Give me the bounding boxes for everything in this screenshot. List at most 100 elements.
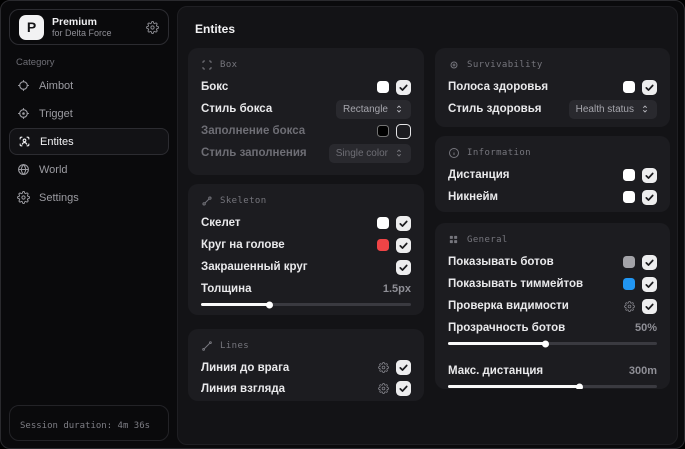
unfold-icon [394,104,404,114]
setting-label: Стиль здоровья [448,103,542,115]
setting-label: Заполнение бокса [201,125,306,137]
setting-row-head-circle: Круг на голове [201,234,411,256]
setting-label: Показывать ботов [448,256,554,268]
color-swatch[interactable] [377,125,389,137]
session-duration-card: Session duration: 4m 36s [9,405,169,441]
setting-label: Круг на голове [201,239,285,251]
slider-fill[interactable] [448,342,547,345]
checkbox-checked[interactable] [642,79,657,95]
page-title: Entites [195,22,236,36]
checkbox-checked[interactable] [396,360,411,375]
card-header-label: General [467,234,508,245]
setting-row-filled-circle: Закрашенный круг [201,256,411,278]
setting-row-view-line: Линия взгляда [201,378,411,399]
color-swatch[interactable] [623,81,635,93]
unfold-icon [640,104,650,114]
checkbox-checked[interactable] [396,237,411,253]
slider-value: 300m [628,365,657,377]
setting-label: Дистанция [448,169,510,181]
brand-card: P Premium for Delta Force [9,9,169,45]
slider-fill[interactable] [448,385,580,388]
sidebar-item-aimbot[interactable]: Aimbot [9,72,169,99]
checkbox-checked[interactable] [642,298,657,314]
gear-icon[interactable] [378,383,389,394]
card-general-header: General [448,232,657,247]
sidebar-item-label: Settings [39,191,79,204]
color-swatch[interactable] [623,256,635,268]
sidebar-nav: Aimbot Trigget Entites World Settings [9,72,169,212]
select-value: Single color [335,147,388,159]
setting-label: Прозрачность ботов [448,322,566,334]
sidebar-item-settings[interactable]: Settings [9,184,169,211]
color-swatch[interactable] [623,278,635,290]
setting-row-show-bots: Показывать ботов [448,251,657,273]
card-header-label: Survivability [467,59,543,70]
setting-label: Полоса здоровья [448,81,549,93]
setting-row-thickness: Толщина 1.5px [201,278,411,300]
color-swatch[interactable] [623,169,635,181]
fill-style-select[interactable]: Single color [328,143,411,163]
setting-label: Закрашенный круг [201,261,308,273]
setting-label: Проверка видимости [448,300,569,312]
line-icon [201,340,213,352]
card-general: General Показывать ботов Показывать тимм… [435,223,670,389]
setting-row-nickname: Никнейм [448,186,657,208]
setting-row-enemy-line: Линия до врага [201,357,411,378]
color-swatch[interactable] [377,217,389,229]
color-swatch[interactable] [377,239,389,251]
select-value: Health status [575,103,634,115]
main-panel: Entites Box Бокс Стиль бокса Rectangle З… [177,6,678,445]
card-lines-header: Lines [201,338,411,353]
checkbox-checked[interactable] [396,259,411,275]
globe-icon [17,163,30,176]
checkbox-checked[interactable] [396,215,411,231]
gear-icon [17,191,30,204]
card-box-header: Box [201,57,411,72]
sidebar-item-trigget[interactable]: Trigget [9,100,169,127]
setting-row-health-bar: Полоса здоровья [448,76,657,98]
gear-icon[interactable] [378,362,389,373]
checkbox-checked[interactable] [642,189,657,205]
setting-row-box: Бокс [201,76,411,98]
setting-label: Бокс [201,81,229,93]
bone-icon [201,195,213,207]
card-skeleton-header: Skeleton [201,193,411,208]
card-header-label: Skeleton [220,195,267,206]
brand-logo: P [19,14,44,40]
setting-label: Линия взгляда [201,382,286,395]
brand-subtitle: for Delta Force [52,27,112,38]
bot-opacity-slider[interactable] [448,342,657,345]
card-information-header: Information [448,145,657,160]
slider-fill[interactable] [201,303,271,306]
setting-row-max-distance: Макс. дистанция 300m [448,360,657,382]
info-icon [448,147,460,159]
checkbox-checked[interactable] [642,254,657,270]
sidebar-item-entites[interactable]: Entites [9,128,169,155]
setting-label: Показывать тиммейтов [448,278,584,290]
sidebar-item-world[interactable]: World [9,156,169,183]
checkbox-unchecked[interactable] [396,123,411,139]
setting-row-box-fill: Заполнение бокса [201,120,411,142]
setting-label: Стиль бокса [201,103,273,115]
crosshair-icon [17,79,30,92]
gear-icon[interactable] [624,300,635,312]
checkbox-checked[interactable] [396,381,411,396]
unfold-icon [394,148,404,158]
thickness-slider[interactable] [201,303,411,306]
checkbox-checked[interactable] [642,167,657,183]
session-duration-label: Session duration: 4m 36s [20,421,151,431]
setting-label: Стиль заполнения [201,147,307,159]
card-information: Information Дистанция Никнейм [435,136,670,212]
setting-row-visibility-check: Проверка видимости [448,295,657,317]
checkbox-checked[interactable] [642,276,657,292]
slider-value: 50% [634,322,657,334]
entity-scan-icon [18,135,31,148]
gear-icon[interactable] [146,20,159,34]
setting-row-distance: Дистанция [448,164,657,186]
max-distance-slider[interactable] [448,385,657,388]
checkbox-checked[interactable] [396,79,411,95]
color-swatch[interactable] [377,81,389,93]
color-swatch[interactable] [623,191,635,203]
box-style-select[interactable]: Rectangle [335,99,411,119]
health-style-select[interactable]: Health status [568,99,657,119]
